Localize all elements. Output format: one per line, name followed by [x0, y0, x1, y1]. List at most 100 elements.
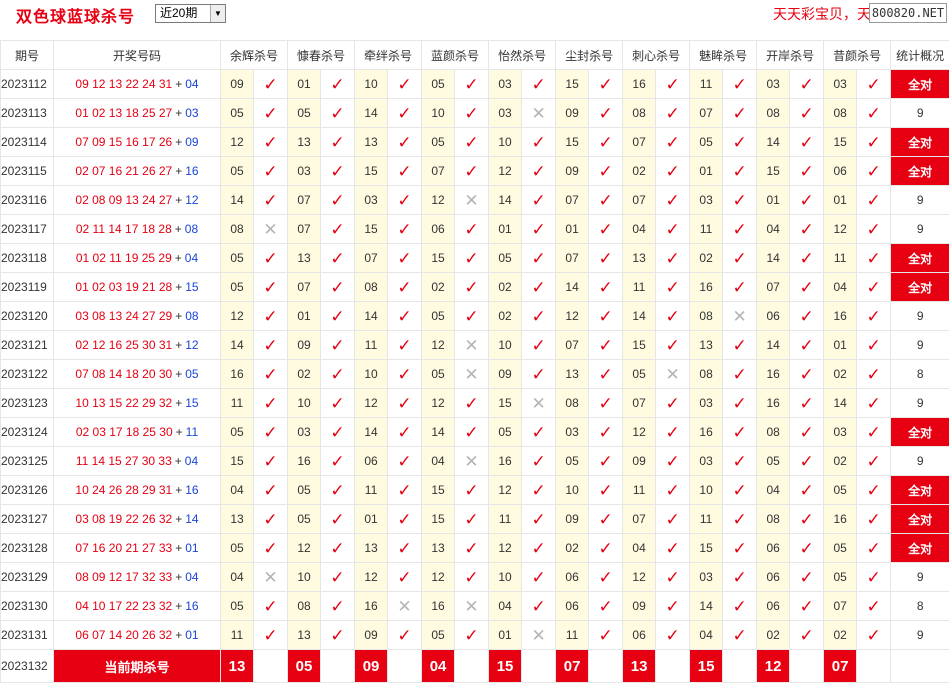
draw-numbers-cell: 08 09 12 17 32 33 +04 [53, 562, 221, 592]
kill-number-cell: 03 [689, 185, 724, 215]
kill-number-cell: 01 [823, 330, 858, 360]
table-row: 2023121 02 12 16 25 30 31 +12 14 ✓ 09 ✓ 11 ✓ 12 ✕ 1… [0, 330, 949, 360]
check-icon: ✓ [732, 190, 747, 210]
result-mark-cell: ✕ [722, 301, 758, 331]
table-row: 2023125 11 14 15 27 30 33 +04 15 ✓ 16 ✓ 06 ✓ 04 ✕ 1… [0, 446, 949, 476]
plus-sign: + [175, 570, 183, 584]
result-mark-cell: ✓ [454, 388, 490, 418]
draw-numbers-cell: 02 11 14 17 18 28 +08 [53, 214, 221, 244]
period-select[interactable]: 近20期 ▼ [155, 4, 226, 23]
cross-icon: ✕ [531, 103, 546, 123]
kill-number-cell: 12 [220, 127, 254, 157]
kill-number-cell: 02 [488, 272, 523, 302]
kill-number-cell: 05 [220, 98, 254, 128]
check-icon: ✓ [531, 567, 546, 587]
check-icon: ✓ [799, 596, 814, 616]
kill-number-cell: 06 [756, 562, 791, 592]
kill-number-cell: 11 [220, 388, 254, 418]
summary-all-correct-badge: 全对 [890, 417, 949, 447]
result-mark-cell: ✕ [252, 562, 289, 592]
check-icon: ✓ [397, 538, 412, 558]
blue-ball: 16 [185, 599, 199, 613]
kill-number-cell: 07 [622, 185, 657, 215]
check-icon: ✓ [531, 538, 546, 558]
check-icon: ✓ [598, 509, 613, 529]
check-icon: ✓ [665, 248, 680, 268]
check-icon: ✓ [799, 335, 814, 355]
table-row: 2023130 04 10 17 22 23 32 +16 05 ✓ 08 ✓ 16 ✕ 16 ✕ 0… [0, 591, 949, 621]
site-url-badge[interactable]: 800820.NET [869, 3, 947, 23]
check-icon: ✓ [263, 596, 278, 616]
check-icon: ✓ [531, 364, 546, 384]
empty-cell [856, 649, 892, 683]
check-icon: ✓ [598, 451, 613, 471]
current-kill-number: 04 [421, 649, 456, 683]
kill-number-cell: 05 [555, 446, 590, 476]
kill-number-cell: 05 [421, 127, 456, 157]
kill-number-cell: 13 [421, 533, 456, 563]
draw-numbers-cell: 04 10 17 22 23 32 +16 [53, 591, 221, 621]
result-mark-cell: ✓ [320, 533, 356, 563]
blue-ball: 09 [185, 135, 199, 149]
result-mark-cell: ✓ [320, 272, 356, 302]
result-mark-cell: ✓ [789, 504, 825, 534]
cross-icon: ✕ [263, 567, 278, 587]
result-mark-cell: ✓ [588, 475, 624, 505]
kill-number-cell: 11 [689, 69, 724, 99]
kill-number-cell: 03 [287, 417, 322, 447]
kill-number-cell: 07 [287, 185, 322, 215]
result-mark-cell: ✓ [320, 330, 356, 360]
kill-number-cell: 11 [689, 504, 724, 534]
chevron-down-icon[interactable]: ▼ [210, 5, 225, 22]
kill-number-cell: 05 [823, 533, 858, 563]
kill-number-cell: 02 [823, 620, 858, 650]
result-mark-cell: ✓ [856, 98, 892, 128]
result-mark-cell: ✓ [387, 359, 423, 389]
kill-number-cell: 13 [555, 359, 590, 389]
check-icon: ✓ [397, 190, 412, 210]
check-icon: ✓ [464, 103, 479, 123]
kill-number-cell: 12 [555, 301, 590, 331]
cross-icon: ✕ [464, 364, 479, 384]
check-icon: ✓ [732, 335, 747, 355]
result-mark-cell: ✓ [856, 446, 892, 476]
kill-number-cell: 13 [287, 127, 322, 157]
result-mark-cell: ✓ [320, 591, 356, 621]
check-icon: ✓ [397, 103, 412, 123]
result-mark-cell: ✓ [252, 388, 289, 418]
check-icon: ✓ [464, 132, 479, 152]
result-mark-cell: ✓ [454, 533, 490, 563]
check-icon: ✓ [330, 335, 345, 355]
result-mark-cell: ✓ [588, 562, 624, 592]
kill-number-cell: 04 [756, 214, 791, 244]
kill-number-cell: 12 [220, 301, 254, 331]
check-icon: ✓ [799, 306, 814, 326]
kill-number-cell: 13 [287, 620, 322, 650]
kill-number-cell: 12 [622, 417, 657, 447]
empty-cell [789, 649, 825, 683]
result-mark-cell: ✓ [789, 272, 825, 302]
kill-number-cell: 05 [689, 127, 724, 157]
check-icon: ✓ [732, 277, 747, 297]
column-header-expert: 蓝颜杀号 [421, 40, 490, 70]
kill-number-cell: 03 [287, 156, 322, 186]
kill-number-cell: 08 [756, 98, 791, 128]
check-icon: ✓ [263, 509, 278, 529]
kill-number-cell: 06 [622, 620, 657, 650]
red-balls: 08 09 12 17 32 33 [75, 570, 173, 584]
cross-icon: ✕ [464, 451, 479, 471]
check-icon: ✓ [531, 596, 546, 616]
result-mark-cell: ✓ [856, 330, 892, 360]
result-mark-cell: ✓ [722, 127, 758, 157]
result-mark-cell: ✓ [387, 417, 423, 447]
kill-number-cell: 08 [823, 98, 858, 128]
kill-number-cell: 10 [689, 475, 724, 505]
check-icon: ✓ [732, 132, 747, 152]
kill-number-cell: 10 [354, 359, 389, 389]
kill-number-cell: 07 [555, 185, 590, 215]
kill-number-cell: 15 [421, 243, 456, 273]
kill-number-cell: 03 [555, 417, 590, 447]
check-icon: ✓ [531, 190, 546, 210]
cross-icon: ✕ [531, 625, 546, 645]
plus-sign: + [175, 599, 183, 613]
